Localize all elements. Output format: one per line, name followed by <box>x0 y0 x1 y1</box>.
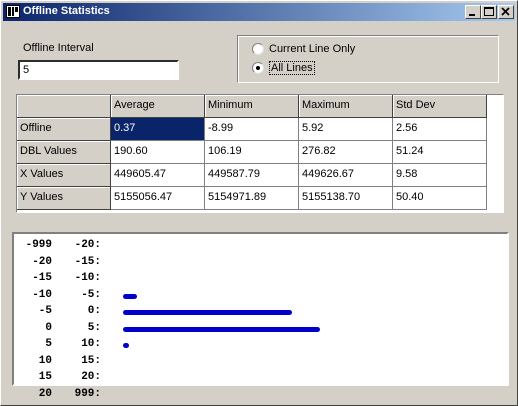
grid-cell[interactable]: 449626.67 <box>299 164 393 187</box>
grid-cell[interactable]: 5155138.70 <box>299 187 393 210</box>
bin-upper-label: 10: <box>81 338 101 350</box>
minimize-button[interactable] <box>465 5 481 19</box>
grid-cell[interactable]: 9.58 <box>393 164 487 187</box>
radio-all-lines[interactable]: All Lines <box>252 60 315 76</box>
bin-lower-label: 5 <box>45 338 52 350</box>
bin-lower-label: 0 <box>45 321 52 334</box>
bin-upper-label: -20: <box>74 239 101 251</box>
close-button[interactable] <box>498 5 514 19</box>
bin-upper-label: 15: <box>81 354 101 367</box>
column-header[interactable]: Maximum <box>299 95 393 118</box>
all-lines-radio[interactable] <box>252 62 264 74</box>
offline-histogram: -999 -20: -20 -15: -15 -10: -10 -5: -5 0: 0 5: 5 10: 1… <box>12 232 509 400</box>
grid-cell[interactable]: 0.37 <box>111 118 205 141</box>
offline-interval-label: Offline Interval <box>23 42 94 54</box>
grid-cell[interactable]: 2.56 <box>393 118 487 141</box>
column-header[interactable]: Minimum <box>205 95 299 118</box>
bin-lower-label: 20 <box>38 387 52 400</box>
title-bar[interactable]: Offline Statistics <box>3 3 515 21</box>
bin-lower-label: -20 <box>32 255 52 268</box>
statistics-grid[interactable]: Average Minimum Maximum Std Dev Offline 0.37-… <box>16 94 504 213</box>
bin-upper-label: 999: <box>74 387 101 400</box>
bin-upper-label: 5: <box>87 321 101 334</box>
current-line-only-label: Current Line Only <box>269 43 356 55</box>
current-line-only-radio[interactable] <box>252 43 264 55</box>
bin-lower-label: 10 <box>38 354 52 367</box>
bin-lower-label: -15 <box>32 272 52 284</box>
row-header[interactable]: Y Values <box>17 187 111 210</box>
window-title: Offline Statistics <box>23 5 110 17</box>
grid-cell[interactable]: 449605.47 <box>111 164 205 187</box>
maximize-button[interactable] <box>481 5 497 19</box>
row-header[interactable]: Offline <box>17 118 111 141</box>
grid-cell[interactable]: 5155056.47 <box>111 187 205 210</box>
column-header[interactable]: Std Dev <box>393 95 487 118</box>
offline-interval-input[interactable] <box>18 60 179 80</box>
column-header[interactable]: Average <box>111 95 205 118</box>
bin-upper-label: -10: <box>74 272 101 284</box>
bin-upper-label: -15: <box>74 255 101 268</box>
bin-upper-label: 20: <box>81 371 101 383</box>
grid-cell[interactable]: 449587.79 <box>205 164 299 187</box>
bin-lower-label: -10 <box>32 288 52 301</box>
app-icon <box>6 5 20 18</box>
offline-statistics-window: Offline Statistics Offline Interval Curr… <box>0 0 518 406</box>
grid-cell[interactable]: -8.99 <box>205 118 299 141</box>
grid-cell[interactable]: 5154971.89 <box>205 187 299 210</box>
row-header[interactable]: DBL Values <box>17 141 111 164</box>
minimize-icon <box>469 14 475 16</box>
bin-lower-label: -5 <box>38 305 52 317</box>
grid-cell[interactable]: 5.92 <box>299 118 393 141</box>
row-header[interactable]: X Values <box>17 164 111 187</box>
histogram-bar <box>123 343 129 348</box>
radio-current-line-only[interactable]: Current Line Only <box>252 41 355 57</box>
grid-cell[interactable]: 276.82 <box>299 141 393 164</box>
line-mode-group: Current Line Only All Lines <box>237 35 499 83</box>
maximize-icon <box>484 7 494 16</box>
bin-upper-label: -5: <box>81 288 101 301</box>
histogram-bar <box>123 326 320 332</box>
grid-cell[interactable]: 190.60 <box>111 141 205 164</box>
bin-lower-label: -999 <box>25 239 52 251</box>
grid-cell[interactable]: 50.40 <box>393 187 487 210</box>
grid-corner-header[interactable] <box>17 95 111 118</box>
close-icon <box>501 7 510 16</box>
histogram-bar <box>123 310 292 315</box>
all-lines-label: All Lines <box>269 61 315 75</box>
grid-cell[interactable]: 106.19 <box>205 141 299 164</box>
grid-cell[interactable]: 51.24 <box>393 141 487 164</box>
histogram-bar <box>123 293 137 299</box>
bin-upper-label: 0: <box>87 305 101 317</box>
bin-lower-label: 15 <box>38 371 52 383</box>
